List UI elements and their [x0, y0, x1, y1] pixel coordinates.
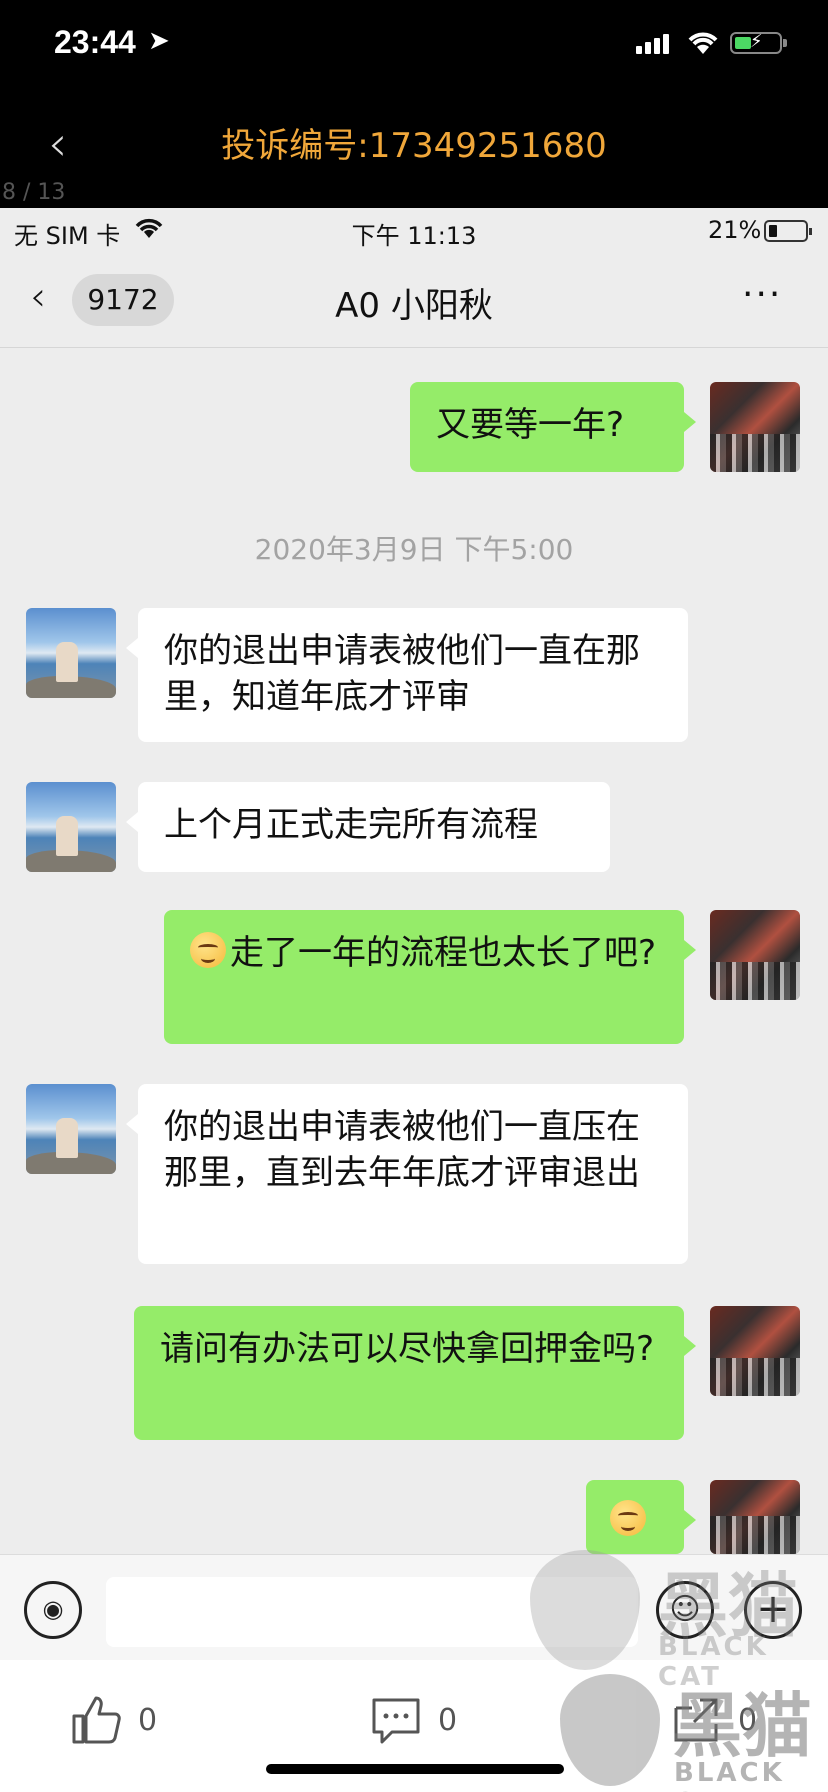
like-button[interactable]: 0: [70, 1694, 157, 1746]
inner-status-time: 下午 11:13: [351, 222, 477, 250]
message-bubble[interactable]: 你的退出申请表被他们一直压在那里，直到去年年底才评审退出: [126, 1084, 688, 1264]
home-indicator[interactable]: [266, 1764, 564, 1774]
message-bubble[interactable]: 请问有办法可以尽快拿回押金吗?: [134, 1306, 696, 1440]
message-bubble[interactable]: 又要等一年?: [410, 382, 696, 472]
message-bubble[interactable]: [586, 1480, 696, 1554]
my-avatar[interactable]: [710, 382, 800, 472]
black-cat-watermark: 黑猫 BLACK CAT: [530, 1550, 828, 1692]
cat-shield-icon: [530, 1550, 640, 1670]
status-time: 23:44: [54, 24, 136, 60]
outer-status-bar: 23:44 ➤ ⚡: [0, 0, 828, 92]
battery-icon: ⚡: [730, 31, 787, 54]
black-cat-watermark: 黑猫 BLACK CAT: [560, 1670, 828, 1792]
complaint-header: ‹ 投诉编号:17349251680 8 / 13: [0, 92, 828, 208]
battery-icon: [764, 220, 812, 242]
wifi-icon: [688, 32, 718, 54]
location-arrow-icon: ➤: [148, 26, 170, 56]
comment-count: 0: [438, 1702, 458, 1738]
thumbs-up-icon: [72, 1696, 121, 1744]
message-bubble[interactable]: 上个月正式走完所有流程: [126, 782, 610, 872]
comment-button[interactable]: 0: [370, 1694, 457, 1746]
my-avatar[interactable]: [710, 1306, 800, 1396]
cellular-signal-icon: [636, 34, 669, 54]
my-avatar[interactable]: [710, 910, 800, 1000]
pleading-emoji-icon: [610, 1500, 646, 1536]
like-count: 0: [138, 1702, 158, 1738]
my-avatar[interactable]: [710, 1480, 800, 1554]
contact-avatar[interactable]: [26, 608, 116, 698]
watermark-brand-cn: 黑猫: [672, 1685, 812, 1767]
message-bubble[interactable]: 你的退出申请表被他们一直在那里，知道年底才评审: [126, 608, 688, 742]
comment-icon: [372, 1698, 420, 1744]
contact-avatar[interactable]: [26, 1084, 116, 1174]
chat-nav-bar: ‹ 9172 A0 小阳秋 ···: [0, 254, 828, 348]
battery-percent: 21%: [708, 216, 762, 244]
cat-shield-icon: [560, 1674, 660, 1786]
voice-input-icon[interactable]: ◉: [24, 1581, 82, 1639]
watermark-brand-en: BLACK CAT: [674, 1758, 785, 1792]
complaint-id-title: 投诉编号:17349251680: [221, 126, 607, 166]
inner-status-bar: 无 SIM 卡 下午 11:13 21%: [0, 208, 828, 254]
smirk-emoji-icon: [190, 932, 226, 968]
contact-avatar[interactable]: [26, 782, 116, 872]
message-text: 走了一年的流程也太长了吧?: [230, 933, 657, 973]
message-bubble[interactable]: 走了一年的流程也太长了吧?: [164, 910, 696, 1044]
more-options-icon[interactable]: ···: [742, 274, 782, 315]
contact-name: A0 小阳秋: [335, 286, 493, 326]
page-counter: 8 / 13: [2, 180, 66, 205]
chat-timestamp: 2020年3月9日 下午5:00: [254, 533, 574, 566]
